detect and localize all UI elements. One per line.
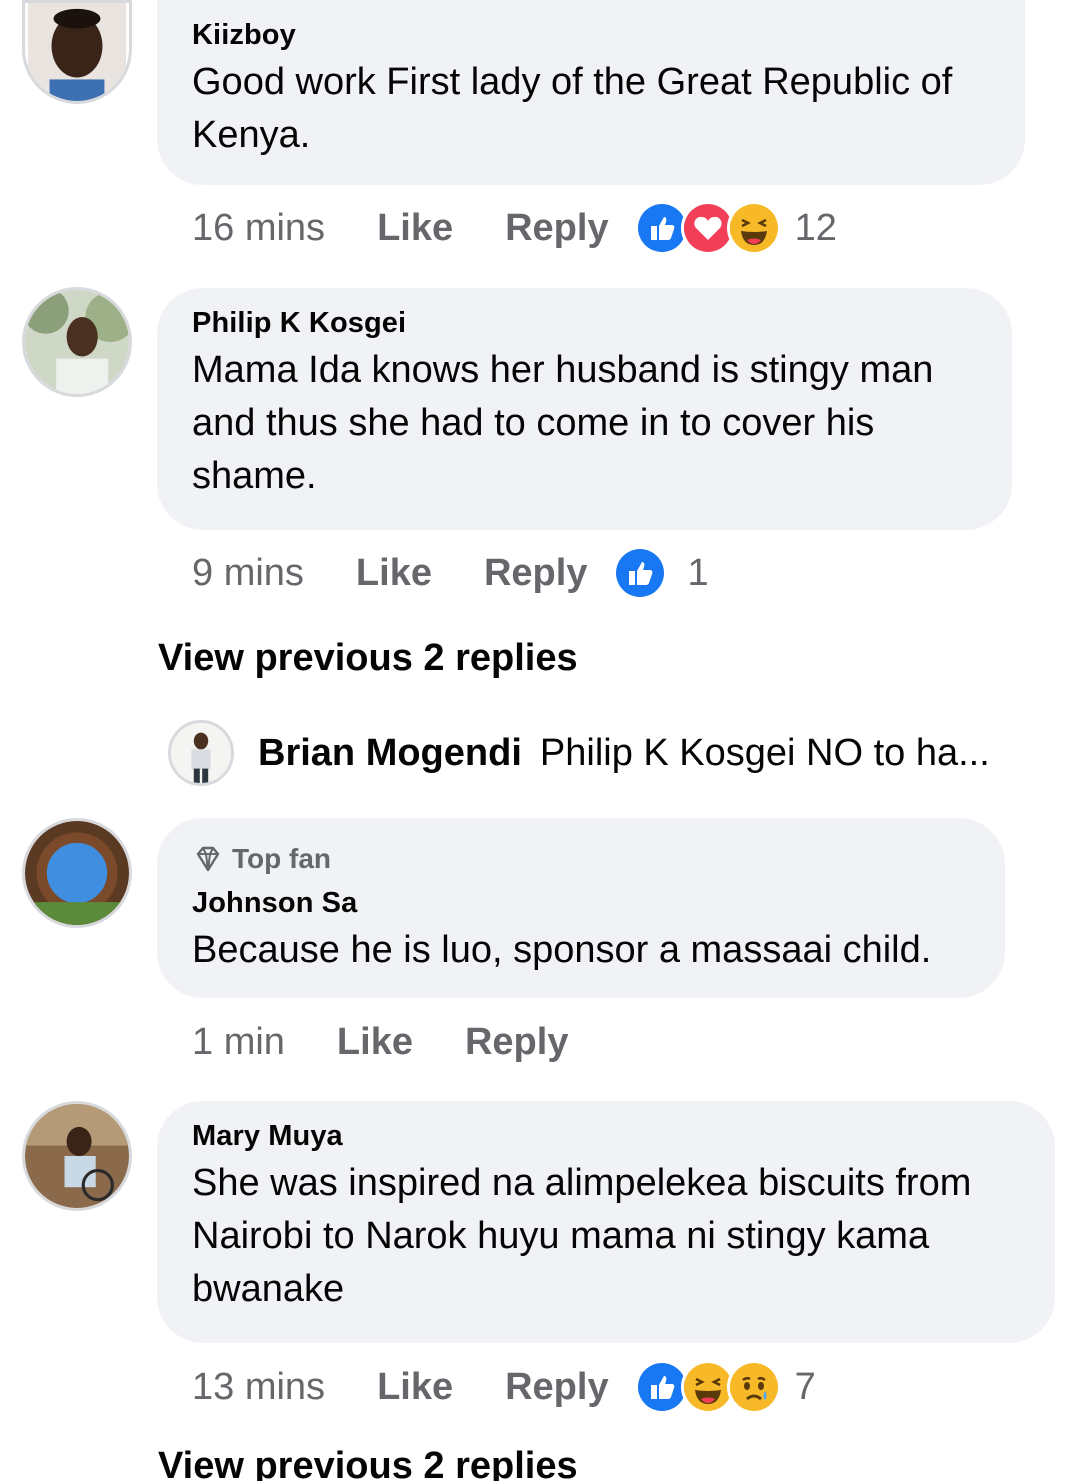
avatar-brian-mogendi[interactable] — [168, 720, 234, 786]
diamond-icon — [196, 846, 220, 872]
comment-bubble[interactable]: Kiizboy Good work First lady of the Grea… — [157, 0, 1025, 185]
reaction-count[interactable]: 12 — [795, 207, 837, 250]
comment-actions: 1 min Like Reply — [192, 1012, 594, 1072]
comment-bubble[interactable]: Mary Muya She was inspired na alimpeleke… — [157, 1101, 1055, 1343]
comment-bubble[interactable]: Top fan Johnson Sa Because he is luo, sp… — [157, 818, 1005, 998]
comment-text: Mama Ida knows her husband is stingy man… — [192, 349, 934, 497]
comments-thread: Kiizboy Good work First lady of the Grea… — [0, 0, 1080, 1481]
view-previous-replies-link[interactable]: View previous 2 replies — [158, 1445, 578, 1481]
like-button[interactable]: Like — [337, 1021, 413, 1064]
reactions-summary[interactable] — [634, 201, 781, 255]
reaction-count[interactable]: 1 — [687, 552, 708, 595]
comment-author[interactable]: Johnson Sa — [192, 886, 969, 920]
avatar-image — [171, 723, 231, 783]
view-previous-replies-link[interactable]: View previous 2 replies — [158, 637, 578, 680]
like-button[interactable]: Like — [377, 207, 453, 250]
comment-author[interactable]: Mary Muya — [192, 1119, 1019, 1153]
comment-text: Good work First lady of the Great Republ… — [192, 61, 953, 156]
reaction-count[interactable]: 7 — [795, 1366, 816, 1409]
reply-button[interactable]: Reply — [505, 207, 608, 250]
reply-author[interactable]: Brian Mogendi — [258, 732, 522, 775]
like-button[interactable]: Like — [356, 552, 432, 595]
comment-time[interactable]: 1 min — [192, 1021, 285, 1064]
reply-preview[interactable]: Brian Mogendi Philip K Kosgei NO to ha..… — [168, 718, 990, 788]
comment-actions: 16 mins Like Reply 12 — [192, 198, 837, 258]
comment-time[interactable]: 13 mins — [192, 1366, 325, 1409]
reactions-summary[interactable] — [634, 1360, 781, 1414]
like-button[interactable]: Like — [377, 1366, 453, 1409]
avatar-mary-muya[interactable] — [22, 1101, 132, 1211]
reply-text: Philip K Kosgei NO to ha... — [539, 731, 990, 774]
avatar-image — [25, 821, 129, 925]
avatar-philip-k-kosgei[interactable] — [22, 287, 132, 397]
reply-button[interactable]: Reply — [505, 1366, 608, 1409]
reply-button[interactable]: Reply — [484, 552, 587, 595]
avatar-image — [25, 290, 129, 394]
comment-text: Because he is luo, sponsor a massaai chi… — [192, 929, 932, 971]
avatar-johnson-sa[interactable] — [22, 818, 132, 928]
comment-author[interactable]: Philip K Kosgei — [192, 306, 976, 340]
sad-reaction-icon — [726, 1360, 781, 1414]
avatar-image — [28, 3, 126, 101]
comment-actions: 13 mins Like Reply 7 — [192, 1357, 816, 1417]
avatar-kiizboy[interactable] — [22, 0, 132, 104]
comment-actions: 9 mins Like Reply 1 — [192, 543, 709, 603]
comment-author[interactable]: Kiizboy — [192, 18, 989, 52]
reply-button[interactable]: Reply — [465, 1021, 568, 1064]
top-fan-badge[interactable]: Top fan — [192, 842, 969, 876]
like-reaction-icon — [613, 546, 668, 600]
haha-reaction-icon — [726, 201, 781, 255]
comment-text: She was inspired na alimpelekea biscuits… — [192, 1162, 972, 1310]
comment-bubble[interactable]: Philip K Kosgei Mama Ida knows her husba… — [157, 288, 1012, 530]
badge-label: Top fan — [232, 843, 332, 874]
comment-time[interactable]: 16 mins — [192, 207, 325, 250]
avatar-image — [25, 1104, 129, 1208]
comment-time[interactable]: 9 mins — [192, 552, 304, 595]
reactions-summary[interactable] — [613, 546, 668, 600]
